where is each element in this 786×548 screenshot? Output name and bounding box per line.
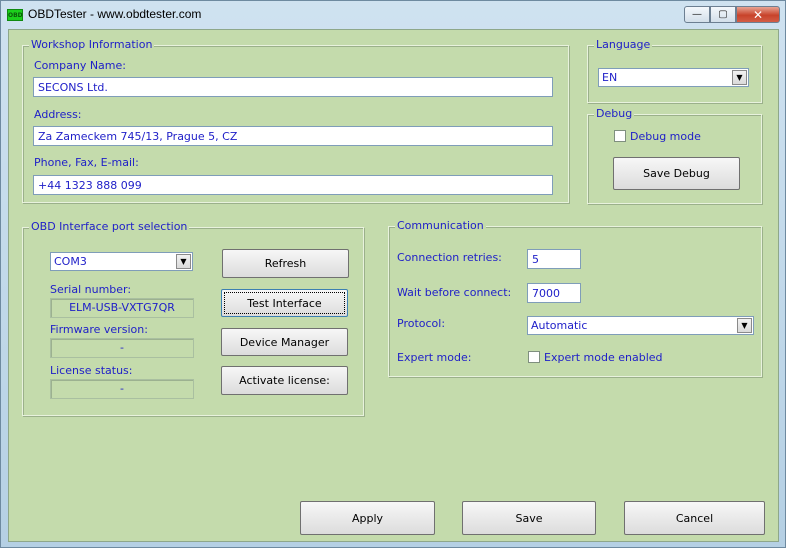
cancel-button[interactable]: Cancel: [624, 501, 765, 535]
chevron-down-icon[interactable]: ▼: [732, 70, 747, 85]
debug-group: Debug Debug mode Save Debug: [587, 107, 762, 204]
company-name-input[interactable]: SECONS Ltd.: [33, 77, 553, 97]
app-window: OBD OBDTester - www.obdtester.com — ▢ ✕ …: [0, 0, 786, 548]
address-input[interactable]: Za Zameckem 745/13, Prague 5, CZ: [33, 126, 553, 146]
save-debug-button[interactable]: Save Debug: [613, 157, 740, 190]
license-status-label: License status:: [50, 364, 133, 377]
obd-port-group: OBD Interface port selection COM3 ▼ Seri…: [22, 220, 364, 416]
save-button[interactable]: Save: [462, 501, 596, 535]
contact-input[interactable]: +44 1323 888 099: [33, 175, 553, 195]
connection-retries-label: Connection retries:: [397, 251, 502, 264]
license-status-value: -: [50, 379, 194, 399]
protocol-selected-value: Automatic: [531, 319, 588, 332]
connection-retries-input[interactable]: 5: [527, 249, 581, 269]
language-group: Language EN ▼: [587, 38, 762, 103]
language-select[interactable]: EN ▼: [598, 68, 749, 87]
maximize-button[interactable]: ▢: [710, 6, 736, 23]
expert-mode-checkbox[interactable]: [528, 351, 540, 363]
workshop-legend: Workshop Information: [29, 38, 155, 52]
communication-legend: Communication: [395, 219, 486, 233]
minimize-button[interactable]: —: [684, 6, 710, 23]
communication-group: Communication Connection retries: 5 Wait…: [388, 219, 762, 377]
device-manager-button[interactable]: Device Manager: [221, 328, 348, 356]
test-interface-button[interactable]: Test Interface: [221, 289, 348, 317]
expert-mode-checkbox-label: Expert mode enabled: [544, 351, 663, 364]
wait-before-connect-label: Wait before connect:: [397, 286, 512, 299]
address-label: Address:: [34, 108, 82, 121]
port-selected-value: COM3: [54, 255, 87, 268]
activate-license-button[interactable]: Activate license:: [221, 366, 348, 395]
contact-label: Phone, Fax, E-mail:: [34, 156, 139, 169]
chevron-down-icon[interactable]: ▼: [737, 318, 752, 333]
chevron-down-icon[interactable]: ▼: [176, 254, 191, 269]
close-icon: ✕: [752, 7, 764, 22]
obd-port-legend: OBD Interface port selection: [29, 220, 190, 234]
title-bar[interactable]: OBD OBDTester - www.obdtester.com — ▢ ✕: [1, 1, 785, 29]
app-icon: OBD: [7, 9, 23, 21]
serial-number-label: Serial number:: [50, 283, 132, 296]
debug-legend: Debug: [594, 107, 635, 121]
refresh-button[interactable]: Refresh: [222, 249, 349, 278]
protocol-label: Protocol:: [397, 317, 446, 330]
serial-number-value: ELM-USB-VXTG7QR: [50, 298, 194, 318]
firmware-version-value: -: [50, 338, 194, 358]
close-button[interactable]: ✕: [736, 6, 780, 23]
window-title: OBDTester - www.obdtester.com: [28, 7, 202, 21]
language-legend: Language: [594, 38, 653, 52]
debug-mode-checkbox[interactable]: [614, 130, 626, 142]
debug-mode-label: Debug mode: [630, 130, 701, 143]
port-select[interactable]: COM3 ▼: [50, 252, 193, 271]
language-selected-value: EN: [602, 71, 618, 84]
expert-mode-label: Expert mode:: [397, 351, 472, 364]
protocol-select[interactable]: Automatic ▼: [527, 316, 754, 335]
apply-button[interactable]: Apply: [300, 501, 435, 535]
workshop-group: Workshop Information Company Name: SECON…: [22, 38, 569, 203]
maximize-icon: ▢: [718, 9, 728, 20]
firmware-version-label: Firmware version:: [50, 323, 148, 336]
client-area: Workshop Information Company Name: SECON…: [8, 29, 779, 542]
wait-before-connect-input[interactable]: 7000: [527, 283, 581, 303]
company-name-label: Company Name:: [34, 59, 126, 72]
caption-buttons: — ▢ ✕: [684, 6, 780, 24]
minimize-icon: —: [692, 9, 702, 20]
